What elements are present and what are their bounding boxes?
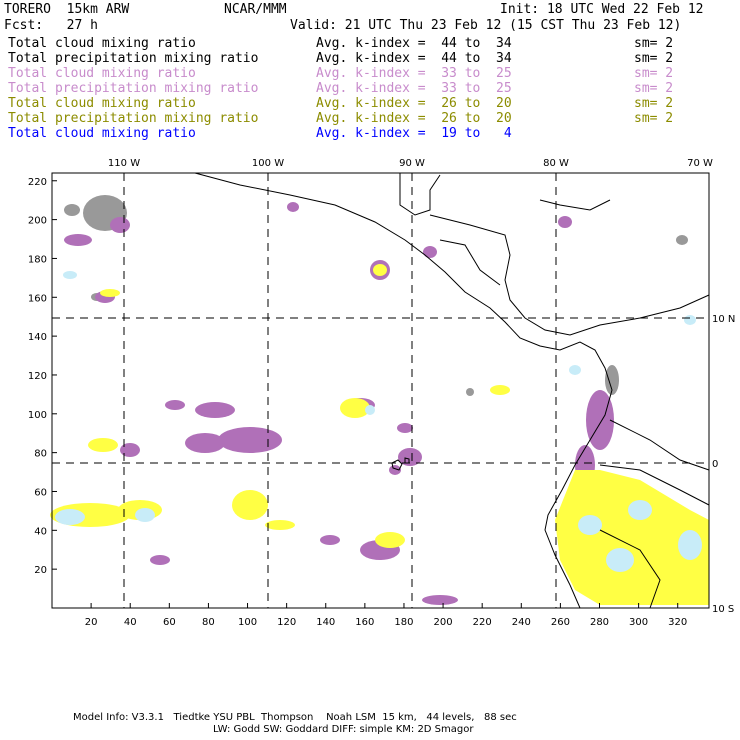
x-tick-label: 300 — [629, 617, 648, 628]
x-tick-label: 320 — [668, 617, 687, 628]
longitude-label: 80 W — [543, 158, 569, 169]
x-tick-label: 200 — [434, 617, 453, 628]
x-tick-label: 240 — [512, 617, 531, 628]
precip-blobs — [50, 195, 709, 605]
k33-25-blobs — [64, 202, 614, 605]
weather-plot-page: TORERO 15km ARW NCAR/MMM Init: 18 UTC We… — [0, 0, 740, 740]
y-tick-label: 140 — [28, 332, 47, 343]
latitude-label: 10 N — [712, 314, 735, 325]
y-tick-label: 20 — [34, 565, 47, 576]
x-tick-label: 60 — [163, 617, 176, 628]
footer-model-info: Model Info: V3.3.1 Tiedtke YSU PBL Thomp… — [73, 712, 517, 723]
y-tick-label: 160 — [28, 293, 47, 304]
k44-34-blobs — [64, 195, 688, 396]
longitude-label: 70 W — [687, 158, 713, 169]
map-plot: 20 40 60 80 100 120 140 160 180 200 220 240 260 280 30… — [28, 158, 735, 628]
x-tick-label: 180 — [394, 617, 413, 628]
x-tick-label: 220 — [473, 617, 492, 628]
y-tick-label: 120 — [28, 371, 47, 382]
x-tick-label: 140 — [316, 617, 335, 628]
longitude-label: 100 W — [252, 158, 284, 169]
x-tick-label: 20 — [85, 617, 98, 628]
x-tick-label: 100 — [238, 617, 257, 628]
y-tick-label: 100 — [28, 410, 47, 421]
longitude-label: 90 W — [399, 158, 425, 169]
y-tick-label: 60 — [34, 487, 47, 498]
x-tick-label: 40 — [124, 617, 137, 628]
longitude-label: 110 W — [108, 158, 140, 169]
footer-physics: LW: Godd SW: Goddard DIFF: simple KM: 2D… — [213, 724, 474, 735]
y-tick-label: 220 — [28, 177, 47, 188]
latitude-label: 0 — [712, 459, 718, 470]
x-tick-label: 160 — [355, 617, 374, 628]
y-tick-label: 180 — [28, 254, 47, 265]
x-tick-label: 80 — [202, 617, 215, 628]
x-tick-label: 280 — [590, 617, 609, 628]
y-tick-label: 40 — [34, 526, 47, 537]
x-tick-label: 120 — [277, 617, 296, 628]
latitude-label: 10 S — [712, 604, 734, 615]
y-tick-label: 200 — [28, 216, 47, 227]
x-tick-label: 260 — [551, 617, 570, 628]
y-tick-label: 80 — [34, 449, 47, 460]
